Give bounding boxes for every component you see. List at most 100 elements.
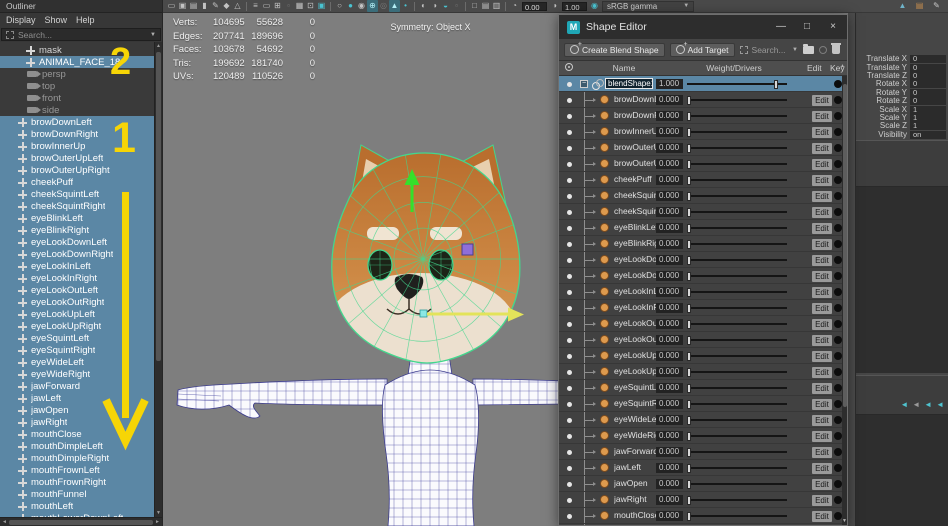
target-weight-field[interactable]: 0.000	[656, 319, 683, 329]
outliner-item[interactable]: eyeBlinkRight	[0, 224, 154, 236]
key-dot[interactable]	[834, 496, 842, 504]
slider-handle[interactable]	[687, 192, 691, 201]
group-visibility-dot[interactable]	[567, 82, 572, 87]
edit-button[interactable]: Edit	[812, 335, 832, 346]
target-weight-field[interactable]: 0.000	[656, 255, 683, 265]
target-weight-field[interactable]: 0.000	[656, 271, 683, 281]
shape-target-row[interactable]: eyeBlinkLeft0.000Edit	[559, 220, 842, 236]
outliner-item[interactable]: front	[0, 92, 154, 104]
slider-handle[interactable]	[687, 128, 691, 137]
target-weight-field[interactable]: 0.000	[656, 399, 683, 409]
target-visibility-dot[interactable]	[567, 194, 572, 199]
outliner-item[interactable]: jawForward	[0, 380, 154, 392]
outliner-item[interactable]: eyeBlinkLeft	[0, 212, 154, 224]
joint-xray-icon[interactable]: •	[400, 0, 411, 12]
attribute-editor-icon[interactable]: ✎	[931, 0, 942, 12]
target-weight-field[interactable]: 0.000	[656, 495, 683, 505]
keyframe-icon[interactable]: ◄	[912, 401, 920, 409]
key-dot[interactable]	[834, 272, 842, 280]
shape-target-row[interactable]: eyeLookInRight0.000Edit	[559, 300, 842, 316]
target-visibility-dot[interactable]	[567, 178, 572, 183]
slider-handle[interactable]	[687, 320, 691, 329]
key-dot[interactable]	[834, 208, 842, 216]
edit-button[interactable]: Edit	[812, 399, 832, 410]
group-weight-field[interactable]: 1.000	[656, 79, 683, 89]
exposure-icon-value-field[interactable]: 0.00	[522, 2, 547, 11]
target-options-icon[interactable]	[819, 46, 827, 54]
slider-handle[interactable]	[687, 224, 691, 233]
shape-target-row[interactable]: jawLeft0.000Edit	[559, 460, 842, 476]
close-button[interactable]: ×	[827, 16, 839, 38]
key-dot[interactable]	[834, 144, 842, 152]
target-visibility-dot[interactable]	[567, 498, 572, 503]
outliner-item[interactable]: mouthFunnel	[0, 488, 154, 500]
edit-button[interactable]: Edit	[812, 287, 832, 298]
key-dot[interactable]	[834, 224, 842, 232]
target-weight-slider[interactable]	[687, 92, 787, 108]
outliner-item[interactable]: eyeSquintRight	[0, 344, 154, 356]
target-visibility-dot[interactable]	[567, 338, 572, 343]
xray-icon[interactable]: ▲	[389, 0, 400, 12]
outliner-item[interactable]: mouthClose	[0, 428, 154, 440]
outliner-item[interactable]: eyeLookOutLeft	[0, 284, 154, 296]
target-weight-slider[interactable]	[687, 460, 787, 476]
outliner-item[interactable]: browOuterUpRight	[0, 164, 154, 176]
slider-handle[interactable]	[687, 96, 691, 105]
slider-handle[interactable]	[687, 416, 691, 425]
key-dot[interactable]	[834, 192, 842, 200]
move-tool-icon[interactable]: ◆	[221, 0, 232, 12]
outliner-item[interactable]: persp	[0, 68, 154, 80]
outliner-item[interactable]: jawLeft	[0, 392, 154, 404]
shape-target-row[interactable]: eyeSquintRight0.000Edit	[559, 396, 842, 412]
shape-target-row[interactable]: eyeSquintLeft0.000Edit	[559, 380, 842, 396]
target-weight-field[interactable]: 0.000	[656, 335, 683, 345]
key-dot[interactable]	[834, 448, 842, 456]
key-dot[interactable]	[834, 128, 842, 136]
target-visibility-dot[interactable]	[567, 306, 572, 311]
target-weight-field[interactable]: 0.000	[656, 159, 683, 169]
target-weight-slider[interactable]	[687, 172, 787, 188]
target-visibility-dot[interactable]	[567, 290, 572, 295]
key-dot[interactable]	[834, 480, 842, 488]
edit-button[interactable]: Edit	[812, 239, 832, 250]
brush-icon[interactable]: △	[232, 0, 243, 12]
key-dot[interactable]	[834, 400, 842, 408]
target-weight-field[interactable]: 0.000	[656, 95, 683, 105]
edit-button[interactable]: Edit	[812, 271, 832, 282]
outliner-item[interactable]: mask	[0, 44, 154, 56]
isolate-select-icon[interactable]: □	[469, 0, 480, 12]
target-weight-field[interactable]: 0.000	[656, 175, 683, 185]
edit-button[interactable]: Edit	[812, 431, 832, 442]
chevron-down-icon[interactable]: ▼	[792, 47, 798, 53]
channel-value-field[interactable]: 0	[910, 55, 946, 63]
slider-handle[interactable]	[687, 304, 691, 313]
slider-handle[interactable]	[687, 384, 691, 393]
target-weight-field[interactable]: 0.000	[656, 511, 683, 521]
outliner-item[interactable]: mouthDimpleRight	[0, 452, 154, 464]
wireframe-icon[interactable]: ○	[334, 0, 345, 12]
edit-button[interactable]: Edit	[812, 447, 832, 458]
snapshot-icon[interactable]: ▤	[480, 0, 491, 12]
target-weight-slider[interactable]	[687, 204, 787, 220]
slider-handle[interactable]	[687, 208, 691, 217]
four-pane-icon[interactable]: ⊞	[272, 0, 283, 12]
outliner-item[interactable]: side	[0, 104, 154, 116]
keyframe-icon[interactable]: ◄	[900, 401, 908, 409]
key-dot[interactable]	[834, 112, 842, 120]
contrast-icon[interactable]: ◑	[549, 0, 560, 12]
shape-target-row[interactable]: cheekSquintLeft0.000Edit	[559, 188, 842, 204]
outliner-tab[interactable]: Outliner	[0, 0, 162, 13]
outliner-item[interactable]: eyeSquintLeft	[0, 332, 154, 344]
target-visibility-dot[interactable]	[567, 226, 572, 231]
outliner-item[interactable]: eyeLookUpRight	[0, 320, 154, 332]
outliner-item[interactable]: cheekSquintRight	[0, 200, 154, 212]
outliner-item[interactable]: top	[0, 80, 154, 92]
shape-target-row[interactable]: eyeLookOutLeft0.000Edit	[559, 316, 842, 332]
key-dot[interactable]	[834, 176, 842, 184]
edit-button[interactable]: Edit	[812, 415, 832, 426]
target-weight-slider[interactable]	[687, 124, 787, 140]
edit-button[interactable]: Edit	[812, 207, 832, 218]
target-weight-slider[interactable]	[687, 428, 787, 444]
shape-target-row[interactable]: jawOpen0.000Edit	[559, 476, 842, 492]
edit-button[interactable]: Edit	[812, 223, 832, 234]
